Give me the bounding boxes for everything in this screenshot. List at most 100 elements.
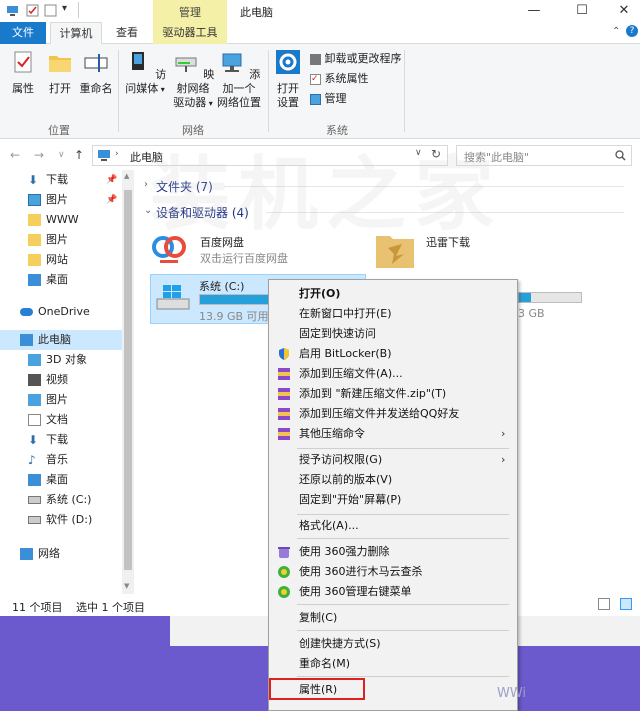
sidebar-item-drive-d[interactable]: 软件 (D:) <box>0 510 122 530</box>
360-manage-icon <box>278 586 290 598</box>
sidebar-item-onedrive[interactable]: OneDrive <box>0 302 122 322</box>
context-menu: 打开(O) 在新窗口中打开(E) 固定到快速访问 启用 BitLocker(B)… <box>268 279 518 711</box>
menu-item-add-archive[interactable]: 添加到压缩文件(A)... <box>269 364 517 384</box>
sidebar-item-downloads[interactable]: ⬇ 下载 📌 <box>0 170 122 190</box>
picture-icon <box>28 194 41 206</box>
new-folder-icon[interactable] <box>44 4 57 17</box>
maximize-button[interactable]: ☐ <box>572 2 592 20</box>
tab-drive-tools[interactable]: 驱动器工具 <box>153 22 227 44</box>
sidebar-item-label: WWW <box>46 213 79 226</box>
sidebar-item-pictures[interactable]: 图片 📌 <box>0 190 122 210</box>
tab-file[interactable]: 文件 <box>0 22 46 44</box>
drive-d-item[interactable]: 3 GB <box>518 292 584 324</box>
system-properties-button[interactable]: ✓ 系统属性 <box>310 72 390 86</box>
pin-icon[interactable]: 📌 <box>106 170 117 190</box>
pin-icon[interactable]: 📌 <box>106 190 117 210</box>
forward-button[interactable]: → <box>34 148 44 162</box>
sidebar-item-label: 桌面 <box>46 473 68 486</box>
properties-check-icon[interactable] <box>26 4 39 17</box>
scroll-up-icon[interactable]: ▲ <box>124 172 129 180</box>
recent-dropdown-icon[interactable]: ∨ <box>58 150 65 160</box>
menu-item-label: 添加到压缩文件并发送给QQ好友 <box>299 407 460 420</box>
menu-item-360-manage-menu[interactable]: 使用 360管理右键菜单 <box>269 582 517 602</box>
sidebar-item-www[interactable]: WWW <box>0 210 122 230</box>
sidebar-item-website[interactable]: 网站 <box>0 250 122 270</box>
menu-item-create-shortcut[interactable]: 创建快捷方式(S) <box>269 634 517 654</box>
menu-item-360-scan[interactable]: 使用 360进行木马云查杀 <box>269 562 517 582</box>
network-icon <box>20 548 33 560</box>
menu-item-other-archive[interactable]: 其他压缩命令 › <box>269 424 517 444</box>
sidebar-item-pictures-2[interactable]: 图片 <box>0 230 122 250</box>
watermark-text: 装机之家 <box>150 148 502 241</box>
qa-dropdown-icon[interactable]: ▾ <box>62 3 67 14</box>
menu-item-rename[interactable]: 重命名(M) <box>269 654 517 674</box>
close-button[interactable]: ✕ <box>614 2 634 20</box>
drive-usage-fill <box>519 293 532 302</box>
sidebar-item-label: 图片 <box>46 193 68 206</box>
help-icon[interactable]: ? <box>626 25 638 37</box>
menu-item-format[interactable]: 格式化(A)... <box>269 516 517 536</box>
sidebar-item-videos[interactable]: 视频 <box>0 370 122 390</box>
menu-item-copy[interactable]: 复制(C) <box>269 608 517 628</box>
back-button[interactable]: ← <box>10 148 20 162</box>
submenu-arrow-icon: › <box>501 427 506 440</box>
manage-icon <box>310 93 321 105</box>
properties-label: 属性 <box>12 82 34 95</box>
uninstall-button[interactable]: 卸载或更改程序 <box>310 52 410 66</box>
computer-icon <box>98 150 110 161</box>
sidebar-item-network[interactable]: 网络 <box>0 544 122 564</box>
menu-item-360-force-delete[interactable]: 使用 360强力删除 <box>269 542 517 562</box>
sidebar-item-pictures-3[interactable]: 图片 <box>0 390 122 410</box>
computer-icon[interactable] <box>6 4 19 17</box>
folder-icon <box>28 214 41 226</box>
menu-item-pin-start[interactable]: 固定到"开始"屏幕(P) <box>269 490 517 510</box>
tiles-view-icon[interactable] <box>620 598 632 610</box>
menu-separator <box>297 604 509 605</box>
open-settings-button[interactable]: 打开 设置 <box>272 50 304 110</box>
sidebar-item-documents[interactable]: 文档 <box>0 410 122 430</box>
menu-item-restore-versions[interactable]: 还原以前的版本(V) <box>269 470 517 490</box>
selection-count: 选中 1 个项目 <box>76 601 145 614</box>
chevron-right-icon[interactable]: › <box>115 149 119 159</box>
menu-item-bitlocker[interactable]: 启用 BitLocker(B) <box>269 344 517 364</box>
menu-item-add-archive-qq[interactable]: 添加到压缩文件并发送给QQ好友 <box>269 404 517 424</box>
menu-item-pin-quick-access[interactable]: 固定到快速访问 <box>269 324 517 344</box>
archive-icon <box>278 408 290 420</box>
sidebar-item-downloads-2[interactable]: ⬇ 下载 <box>0 430 122 450</box>
menu-item-label: 其他压缩命令 <box>299 427 365 440</box>
map-drive-button[interactable]: 映射网络 驱动器 ▾ <box>170 50 216 111</box>
sidebar-item-label: 图片 <box>46 393 68 406</box>
open-button[interactable]: 打开 <box>44 50 76 96</box>
ribbon-collapse-icon[interactable]: ⌃ <box>612 26 620 37</box>
minimize-button[interactable]: — <box>524 2 544 20</box>
up-button[interactable]: ↑ <box>74 148 84 162</box>
add-network-location-button[interactable]: 添加一个 网络位置 <box>216 50 262 110</box>
download-icon: ⬇ <box>28 433 39 447</box>
drive-subtitle: 13.9 GB 可用, <box>199 310 273 323</box>
menu-item-open[interactable]: 打开(O) <box>269 284 517 304</box>
sidebar-item-label: 下载 <box>46 173 68 186</box>
details-view-icon[interactable] <box>598 598 610 610</box>
sidebar-item-this-pc[interactable]: 此电脑 <box>0 330 122 350</box>
open-settings-label-2: 设置 <box>277 96 299 109</box>
menu-item-open-new-window[interactable]: 在新窗口中打开(E) <box>269 304 517 324</box>
menu-item-add-zip[interactable]: 添加到 "新建压缩文件.zip"(T) <box>269 384 517 404</box>
sidebar-item-drive-c[interactable]: 系统 (C:) <box>0 490 122 510</box>
tab-view[interactable]: 查看 <box>106 22 148 44</box>
tab-computer[interactable]: 计算机 <box>50 22 102 45</box>
menu-item-grant-access[interactable]: 授予访问权限(G) › <box>269 450 517 470</box>
sidebar-item-label: 3D 对象 <box>46 353 87 366</box>
sidebar-scrollbar[interactable]: ▲ ▼ <box>122 170 134 594</box>
sidebar-item-3d-objects[interactable]: 3D 对象 <box>0 350 122 370</box>
access-media-button[interactable]: 访问媒体 ▾ <box>122 50 168 97</box>
sidebar-item-desktop-2[interactable]: 桌面 <box>0 470 122 490</box>
drive-subtitle: 3 GB <box>518 307 545 320</box>
properties-button[interactable]: 属性 <box>6 50 40 96</box>
manage-button[interactable]: 管理 <box>310 92 370 106</box>
group-divider <box>404 50 405 132</box>
scroll-down-icon[interactable]: ▼ <box>124 582 129 590</box>
sidebar-item-desktop[interactable]: 桌面 <box>0 270 122 290</box>
sidebar-item-music[interactable]: ♪ 音乐 <box>0 450 122 470</box>
scroll-thumb[interactable] <box>124 190 132 570</box>
rename-button[interactable]: 重命名 <box>78 50 114 96</box>
